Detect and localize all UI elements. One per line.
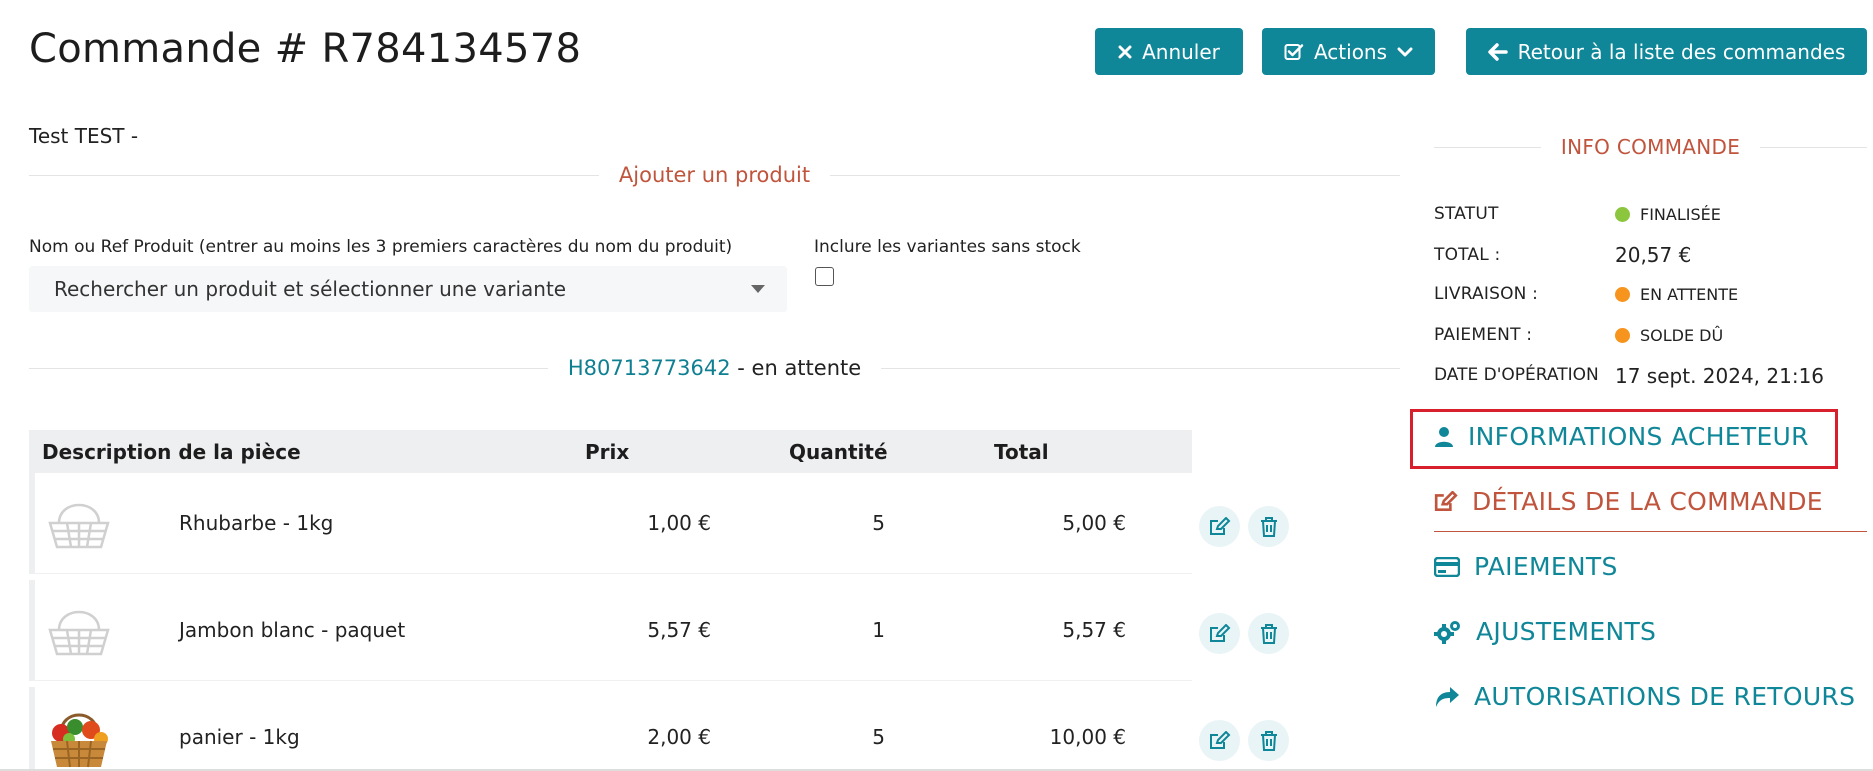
product-quantity: 1: [872, 618, 885, 642]
payment-status: SOLDE DÛ: [1615, 326, 1723, 345]
edit-icon: [1209, 730, 1230, 749]
product-search-label: Nom ou Ref Produit (entrer au moins les …: [29, 237, 733, 257]
payment-status-dot-icon: [1615, 328, 1630, 343]
actions-dropdown-button[interactable]: Actions: [1262, 28, 1435, 75]
add-product-title: Ajouter un produit: [618, 163, 811, 187]
product-total: 5,57 €: [1062, 618, 1126, 642]
product-total: 5,00 €: [1062, 511, 1126, 535]
status-badge: FINALISÉE: [1640, 205, 1721, 224]
cancel-button[interactable]: Annuler: [1095, 28, 1243, 75]
shipping-status-dot-icon: [1615, 287, 1630, 302]
product-price: 1,00 €: [647, 511, 711, 535]
order-date: 17 sept. 2024, 21:16: [1615, 364, 1825, 388]
back-to-orders-button[interactable]: Retour à la liste des commandes: [1466, 28, 1867, 75]
row-actions: [1199, 506, 1289, 547]
product-quantity: 5: [872, 511, 885, 535]
shipping-status: EN ATTENTE: [1615, 285, 1738, 304]
cancel-button-label: Annuler: [1142, 39, 1220, 64]
payment-label: PAIEMENT :: [1434, 325, 1533, 345]
shipping-status-badge: EN ATTENTE: [1640, 285, 1739, 304]
edit-icon: [1209, 516, 1230, 535]
product-search-select[interactable]: Rechercher un produit et sélectionner un…: [29, 266, 787, 312]
chevron-down-icon: [1397, 47, 1413, 56]
nav-customer-info-label: INFORMATIONS ACHETEUR: [1468, 422, 1809, 451]
nav-return-authorizations-label: AUTORISATIONS DE RETOURS: [1474, 682, 1856, 711]
edit-item-button[interactable]: [1199, 613, 1240, 654]
include-variants-label: Inclure les variantes sans stock: [814, 237, 1081, 257]
trash-icon: [1260, 730, 1277, 751]
vegetable-basket-photo: [51, 713, 108, 768]
basket-placeholder-icon: [48, 610, 110, 656]
status-label: STATUT: [1434, 204, 1499, 224]
table-row: panier - 1kg 2,00 € 5 10,00 €: [29, 687, 1192, 771]
table-header: Description de la pièce Prix Quantité To…: [29, 430, 1192, 473]
product-quantity: 5: [872, 725, 885, 749]
table-row: Rhubarbe - 1kg 1,00 € 5 5,00 €: [29, 473, 1192, 574]
customer-name: Test TEST -: [29, 124, 139, 148]
product-name: Rhubarbe - 1kg: [179, 511, 334, 535]
delete-item-button[interactable]: [1248, 720, 1289, 761]
product-total: 10,00 €: [1049, 725, 1126, 749]
product-price: 2,00 €: [647, 725, 711, 749]
edit-icon: [1209, 623, 1230, 642]
checkbox-checked-icon: [1284, 43, 1304, 60]
dropdown-caret-icon: [751, 285, 765, 293]
line-items-table: Description de la pièce Prix Quantité To…: [29, 430, 1192, 771]
arrow-left-icon: [1487, 42, 1508, 61]
credit-card-icon: [1434, 556, 1460, 577]
product-search-placeholder: Rechercher un produit et sélectionner un…: [54, 277, 567, 301]
nav-return-authorizations[interactable]: AUTORISATIONS DE RETOURS: [1434, 682, 1855, 711]
include-variants-checkbox[interactable]: [815, 267, 834, 286]
nav-customer-info[interactable]: INFORMATIONS ACHETEUR: [1434, 422, 1809, 451]
trash-icon: [1260, 516, 1277, 537]
trash-icon: [1260, 623, 1277, 644]
shipment-header: H80713773642 - en attente: [29, 354, 1401, 382]
product-name: Jambon blanc - paquet: [179, 618, 406, 642]
edit-item-button[interactable]: [1199, 506, 1240, 547]
delete-item-button[interactable]: [1248, 613, 1289, 654]
active-nav-underline: [1434, 531, 1867, 532]
row-actions: [1199, 613, 1289, 654]
page-title: Commande # R784134578: [29, 26, 582, 72]
nav-adjustments[interactable]: AJUSTEMENTS: [1434, 617, 1656, 646]
column-header-total: Total: [994, 440, 1049, 464]
gears-icon: [1434, 620, 1460, 644]
payment-status-badge: SOLDE DÛ: [1640, 326, 1724, 345]
nav-payments[interactable]: PAIEMENTS: [1434, 552, 1618, 581]
edit-icon: [1434, 490, 1458, 511]
nav-payments-label: PAIEMENTS: [1474, 552, 1618, 581]
order-info-title: INFO COMMANDE: [1434, 134, 1868, 160]
actions-button-label: Actions: [1313, 39, 1388, 64]
share-arrow-icon: [1436, 686, 1459, 707]
nav-adjustments-label: AJUSTEMENTS: [1476, 617, 1657, 646]
column-header-description: Description de la pièce: [42, 440, 301, 464]
shipping-label: LIVRAISON :: [1434, 284, 1539, 304]
row-actions: [1199, 720, 1289, 761]
nav-order-details[interactable]: DÉTAILS DE LA COMMANDE: [1434, 487, 1823, 516]
edit-item-button[interactable]: [1199, 720, 1240, 761]
basket-placeholder-icon: [48, 503, 110, 549]
nav-order-details-label: DÉTAILS DE LA COMMANDE: [1472, 487, 1823, 516]
status-dot-icon: [1615, 207, 1630, 222]
shipment-number-link[interactable]: H80713773642: [568, 356, 731, 380]
order-info-heading: INFO COMMANDE: [1560, 135, 1741, 159]
column-header-price: Prix: [585, 440, 630, 464]
total-label: TOTAL :: [1434, 245, 1501, 265]
user-icon: [1435, 426, 1453, 447]
delete-item-button[interactable]: [1248, 506, 1289, 547]
table-row: Jambon blanc - paquet 5,57 € 1 5,57 €: [29, 580, 1192, 681]
order-total: 20,57 €: [1615, 243, 1692, 267]
date-label: DATE D'OPÉRATION: [1434, 365, 1599, 385]
back-button-label: Retour à la liste des commandes: [1517, 39, 1846, 64]
product-name: panier - 1kg: [179, 725, 300, 749]
column-header-quantity: Quantité: [789, 440, 888, 464]
product-price: 5,57 €: [647, 618, 711, 642]
order-status: FINALISÉE: [1615, 205, 1721, 224]
shipment-state: - en attente: [730, 356, 862, 380]
close-icon: [1118, 45, 1132, 58]
add-product-section-title: Ajouter un produit: [29, 162, 1400, 188]
